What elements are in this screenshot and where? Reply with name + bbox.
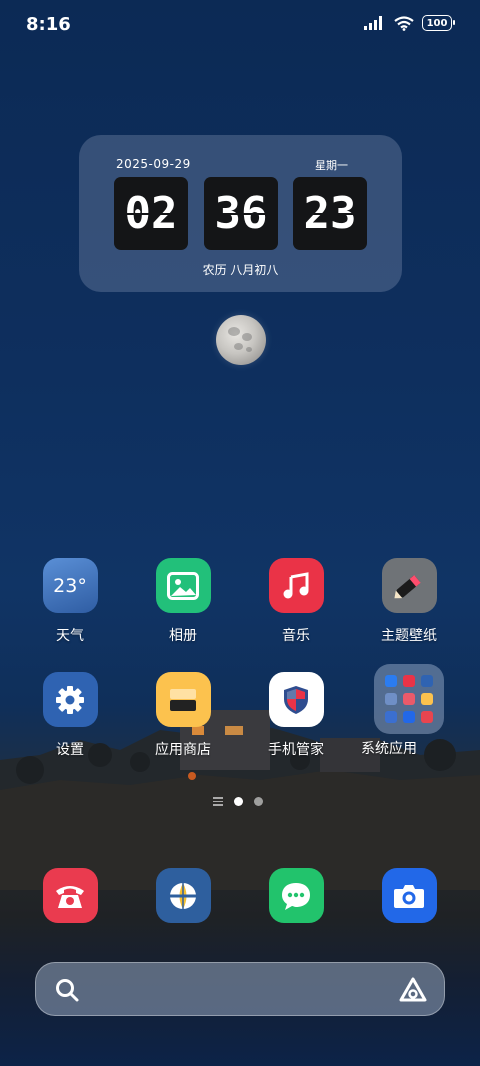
- gallery-icon: [155, 558, 211, 613]
- dock-camera[interactable]: [354, 868, 464, 923]
- settings-icon: [42, 672, 98, 727]
- phone-icon: [42, 868, 98, 923]
- widget-weekday: 星期一: [315, 159, 348, 172]
- app-label: 相册: [169, 628, 197, 644]
- dock-browser[interactable]: [128, 868, 238, 923]
- battery-icon: 100: [422, 15, 455, 31]
- page-list-icon[interactable]: [213, 797, 223, 806]
- assistant-icon[interactable]: [398, 976, 428, 1004]
- messages-icon: [268, 868, 324, 923]
- theme-icon: [381, 558, 437, 613]
- folder-icon: [374, 664, 444, 734]
- search-bar[interactable]: [35, 962, 445, 1016]
- widget-date: 2025-09-29: [116, 157, 191, 171]
- page-indicator[interactable]: [213, 797, 263, 806]
- page-dot[interactable]: [254, 797, 263, 806]
- weather-temp: 23°: [53, 574, 87, 597]
- status-icons: 100: [364, 15, 455, 31]
- phone-manager-icon: [268, 672, 324, 727]
- app-label: 音乐: [282, 628, 310, 644]
- app-settings[interactable]: 设置: [15, 672, 125, 759]
- app-label: 设置: [56, 742, 84, 758]
- app-store-icon: [155, 672, 211, 727]
- page-dot-active[interactable]: [234, 797, 243, 806]
- app-label: 应用商店: [155, 742, 211, 758]
- clock-minutes: 36: [204, 177, 278, 250]
- app-gallery[interactable]: 相册: [128, 558, 238, 645]
- battery-level: 100: [426, 17, 448, 29]
- app-weather[interactable]: 23° 天气: [15, 558, 125, 645]
- moon-image: [216, 315, 266, 365]
- app-label: 天气: [56, 628, 84, 644]
- music-icon: [268, 558, 324, 613]
- app-music[interactable]: 音乐: [241, 558, 351, 645]
- dock-phone[interactable]: [15, 868, 125, 923]
- signal-icon: [364, 16, 382, 30]
- app-folder-system[interactable]: 系统应用: [354, 664, 464, 758]
- wifi-icon: [394, 15, 414, 31]
- browser-icon: [155, 868, 211, 923]
- search-icon: [56, 979, 79, 1002]
- widget-lunar-date: 农历 八月初八: [202, 263, 279, 277]
- clock-hours: 02: [114, 177, 188, 250]
- app-label: 主题壁纸: [381, 628, 437, 644]
- clock-seconds: 23: [293, 177, 367, 250]
- status-bar: 8:16 100: [0, 0, 480, 50]
- camera-icon: [381, 868, 437, 923]
- clock-widget[interactable]: 2025-09-29 星期一 02 36 23 农历 八月初八: [79, 135, 402, 292]
- dock-messages[interactable]: [241, 868, 351, 923]
- app-store[interactable]: 应用商店: [128, 672, 238, 759]
- status-time: 8:16: [26, 14, 71, 35]
- weather-icon: 23°: [42, 558, 98, 613]
- app-label: 系统应用: [361, 741, 417, 757]
- app-theme[interactable]: 主题壁纸: [354, 558, 464, 645]
